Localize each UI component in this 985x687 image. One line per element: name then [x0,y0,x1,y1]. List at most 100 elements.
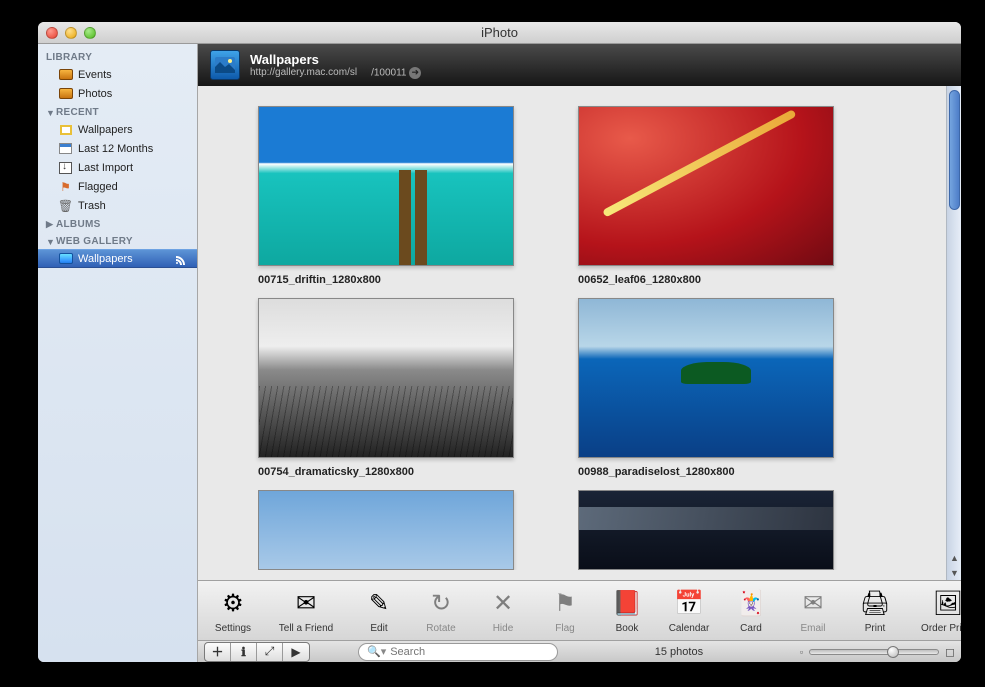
card-button[interactable]: 🃏Card [726,588,776,634]
titlebar[interactable]: iPhoto [38,22,961,44]
settings-button[interactable]: ⚙Settings [208,588,258,634]
zoom-small-icon[interactable]: ▫ [800,647,803,657]
fullscreen-button[interactable]: ⤢ [257,643,283,661]
email-button[interactable]: ✉ Email [788,588,838,634]
photo-count: 15 photos [566,646,792,658]
edit-button[interactable]: ✎Edit [354,588,404,634]
minimize-button[interactable] [65,27,77,39]
photo-item[interactable]: 00652_leaf06_1280x800 [578,106,838,286]
bottom-left-controls: ＋ ℹ ⤢ ▶ [204,642,310,662]
photo-item[interactable]: 00754_dramaticsky_1280x800 [258,298,518,478]
hide-button[interactable]: ✕Hide [478,588,528,634]
sidebar-item-web-wallpapers[interactable]: Wallpapers [38,249,197,268]
info-button[interactable]: ℹ [231,643,257,661]
events-icon [58,68,73,81]
add-button[interactable]: ＋ [205,643,231,661]
disclosure-icon: ▼ [46,237,54,247]
tool-label: Email [800,623,825,634]
zoom-button[interactable] [84,27,96,39]
sidebar-section-albums[interactable]: ▶ ALBUMS [38,215,197,232]
content-area: 00715_driftin_1280x800 00652_leaf06_1280… [198,86,961,580]
disclosure-icon: ▶ [46,219,54,230]
gallery-title: Wallpapers [250,52,421,67]
scroll-down-icon[interactable]: ▼ [947,565,961,580]
tool-label: Order Prints [921,623,961,634]
photo-item[interactable]: 00988_paradiselost_1280x800 [578,298,838,478]
order-prints-button[interactable]: 🖼Order Prints [912,588,961,634]
sidebar-section-recent[interactable]: ▼ RECENT [38,103,197,120]
zoom-slider[interactable] [809,649,939,655]
scroll-thumb[interactable] [949,90,960,210]
app-window: iPhoto LIBRARY Events Photos ▼ RECENT Wa… [38,22,961,662]
content-header: Wallpapers http://gallery.mac.com/sl /10… [198,44,961,86]
search-field[interactable]: 🔍▾ [358,643,558,661]
book-button[interactable]: 📕 Book [602,588,652,634]
play-button[interactable]: ▶ [283,643,309,661]
sidebar-section-web-gallery[interactable]: ▼ WEB GALLERY [38,232,197,249]
calendar-button[interactable]: 📅 Calendar [664,588,714,634]
photo-thumbnail[interactable] [258,106,514,266]
photo-thumbnail[interactable] [578,490,834,570]
zoom-controls: ▫ ◻ [800,645,955,659]
photo-thumbnail[interactable] [578,106,834,266]
go-arrow-icon[interactable]: ➜ [409,67,421,79]
scroll-up-icon[interactable]: ▲ [947,550,961,565]
photo-thumbnail[interactable] [578,298,834,458]
sidebar-section-library[interactable]: LIBRARY [38,48,197,65]
sidebar-item-last-import[interactable]: Last Import [38,158,197,177]
flag-icon: ⚑ [549,588,581,620]
gallery-url[interactable]: http://gallery.mac.com/sl [250,67,357,78]
trash-icon: 🗑 [58,199,73,212]
rotate-button[interactable]: ↻Rotate [416,588,466,634]
zoom-large-icon[interactable]: ◻ [945,645,955,659]
tool-label: Edit [370,623,387,634]
calendar-icon: 📅 [673,588,705,620]
toolbar: ⚙Settings ✉Tell a Friend ✎Edit ↻Rotate ✕Hide… [198,580,961,640]
tell-a-friend-button[interactable]: ✉Tell a Friend [270,588,342,634]
tool-label: Settings [215,623,251,634]
photo-label: 00652_leaf06_1280x800 [578,274,838,286]
gallery-icon [58,252,73,265]
photos-icon [58,87,73,100]
email-icon: ✉ [797,588,829,620]
sidebar-item-photos[interactable]: Photos [38,84,197,103]
sidebar-item-flagged[interactable]: ⚑ Flagged [38,177,197,196]
traffic-lights [46,27,96,39]
photo-item[interactable]: 00715_driftin_1280x800 [258,106,518,286]
photo-grid: 00715_driftin_1280x800 00652_leaf06_1280… [198,86,946,580]
photo-thumbnail[interactable] [258,490,514,570]
gallery-id: /100011 [371,67,406,78]
tool-label: Calendar [669,623,710,634]
window-title: iPhoto [38,25,961,40]
book-icon: 📕 [611,588,643,620]
photo-item[interactable] [578,490,838,570]
photo-thumbnail[interactable] [258,298,514,458]
tool-label: Flag [555,623,574,634]
sidebar-item-events[interactable]: Events [38,65,197,84]
tool-label: Print [865,623,886,634]
gallery-header-icon [210,50,240,80]
import-icon [58,161,73,174]
sidebar-item-trash[interactable]: 🗑 Trash [38,196,197,215]
album-icon [58,123,73,136]
search-input[interactable] [390,646,549,658]
close-button[interactable] [46,27,58,39]
flag-button[interactable]: ⚑ Flag [540,588,590,634]
sidebar: LIBRARY Events Photos ▼ RECENT Wallpaper… [38,44,198,662]
sidebar-item-wallpapers-recent[interactable]: Wallpapers [38,120,197,139]
tool-label: Book [616,623,639,634]
calendar-icon [58,142,73,155]
tool-label: Hide [493,623,514,634]
sidebar-item-last-12-months[interactable]: Last 12 Months [38,139,197,158]
scrollbar[interactable]: ▲ ▼ [946,86,961,580]
rss-icon [175,254,189,264]
rotate-icon: ↻ [425,588,457,620]
print-button[interactable]: 🖨Print [850,588,900,634]
flag-icon: ⚑ [58,180,73,193]
statusbar: ＋ ℹ ⤢ ▶ 🔍▾ 15 photos ▫ ◻ [198,640,961,662]
search-icon: 🔍▾ [367,645,386,658]
photo-item[interactable] [258,490,518,570]
slider-knob[interactable] [887,646,899,658]
photo-label: 00754_dramaticsky_1280x800 [258,466,518,478]
card-icon: 🃏 [735,588,767,620]
